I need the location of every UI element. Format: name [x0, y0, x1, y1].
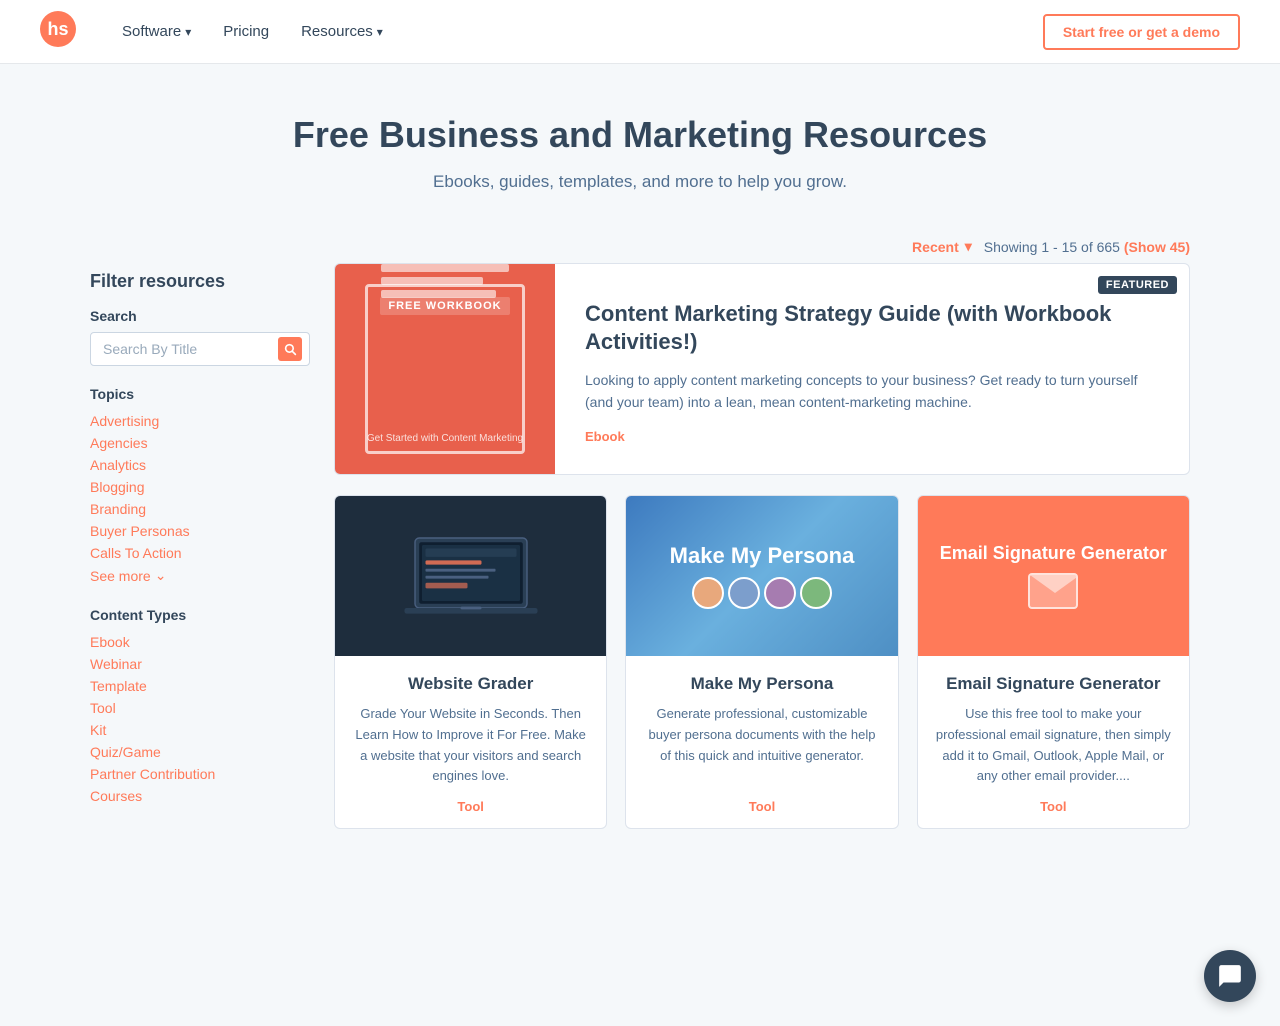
- nav-resources[interactable]: Resources: [287, 15, 397, 48]
- featured-card-type[interactable]: Ebook: [585, 429, 1159, 444]
- topic-buyer-personas[interactable]: Buyer Personas: [90, 520, 310, 542]
- email-envelope-icon: [1028, 573, 1078, 609]
- avatar-4: [800, 577, 832, 609]
- topic-analytics[interactable]: Analytics: [90, 454, 310, 476]
- featured-card[interactable]: FEATURED FREE WORKBOOK Get Started with …: [334, 263, 1190, 475]
- software-chevron-icon: [185, 23, 191, 40]
- hubspot-logo[interactable]: hs: [40, 11, 76, 52]
- nav-pricing[interactable]: Pricing: [209, 15, 283, 48]
- svg-text:hs: hs: [47, 19, 68, 39]
- persona-img-title: Make My Persona: [670, 543, 855, 569]
- type-courses[interactable]: Courses: [90, 785, 310, 807]
- featured-card-info: Content Marketing Strategy Guide (with W…: [555, 264, 1189, 474]
- type-tool[interactable]: Tool: [90, 697, 310, 719]
- show-45-link[interactable]: (Show 45): [1124, 239, 1190, 255]
- chat-support-button[interactable]: [1204, 950, 1256, 1002]
- avatar-2: [728, 577, 760, 609]
- see-more-chevron-icon: ⌄: [155, 567, 167, 584]
- email-sig-type[interactable]: Tool: [934, 799, 1173, 814]
- topic-advertising[interactable]: Advertising: [90, 410, 310, 432]
- main-layout: Filter resources Search Topics Advertisi…: [70, 263, 1210, 869]
- website-grader-title: Website Grader: [351, 674, 590, 694]
- topic-blogging[interactable]: Blogging: [90, 476, 310, 498]
- type-quiz-game[interactable]: Quiz/Game: [90, 741, 310, 763]
- topic-agencies[interactable]: Agencies: [90, 432, 310, 454]
- see-more-button[interactable]: See more ⌄: [90, 564, 166, 587]
- persona-avatars: [692, 577, 832, 609]
- featured-badge: FEATURED: [1098, 276, 1177, 294]
- avatar-3: [764, 577, 796, 609]
- type-ebook[interactable]: Ebook: [90, 631, 310, 653]
- search-button[interactable]: [278, 337, 302, 361]
- cards-grid: Website Grader Grade Your Website in Sec…: [334, 495, 1190, 829]
- featured-card-title: Content Marketing Strategy Guide (with W…: [585, 300, 1159, 357]
- type-template[interactable]: Template: [90, 675, 310, 697]
- website-grader-description: Grade Your Website in Seconds. Then Lear…: [351, 704, 590, 787]
- email-sig-img-title: Email Signature Generator: [940, 543, 1167, 565]
- topic-calls-to-action[interactable]: Calls To Action: [90, 542, 310, 564]
- card-email-signature[interactable]: Email Signature Generator Email Signatur…: [917, 495, 1190, 829]
- sort-chevron-icon: ▾: [965, 238, 972, 255]
- website-grader-body: Website Grader Grade Your Website in Sec…: [335, 656, 606, 828]
- persona-description: Generate professional, customizable buye…: [642, 704, 881, 787]
- content-area: FEATURED FREE WORKBOOK Get Started with …: [334, 263, 1190, 829]
- card-website-grader[interactable]: Website Grader Grade Your Website in Sec…: [334, 495, 607, 829]
- featured-card-description: Looking to apply content marketing conce…: [585, 369, 1159, 414]
- nav-software[interactable]: Software: [108, 15, 205, 48]
- persona-type[interactable]: Tool: [642, 799, 881, 814]
- featured-card-image: FREE WORKBOOK Get Started with Content M…: [335, 264, 555, 474]
- start-free-button[interactable]: Start free or get a demo: [1043, 14, 1240, 50]
- resources-chevron-icon: [377, 23, 383, 40]
- persona-image: Make My Persona: [626, 496, 897, 656]
- email-sig-title: Email Signature Generator: [934, 674, 1173, 694]
- workbook-graphic: FREE WORKBOOK Get Started with Content M…: [365, 284, 525, 454]
- topic-branding[interactable]: Branding: [90, 498, 310, 520]
- filter-title: Filter resources: [90, 271, 310, 292]
- search-label: Search: [90, 308, 310, 324]
- website-grader-type[interactable]: Tool: [351, 799, 590, 814]
- avatar-1: [692, 577, 724, 609]
- type-kit[interactable]: Kit: [90, 719, 310, 741]
- nav-links: Software Pricing Resources: [108, 15, 1043, 48]
- type-webinar[interactable]: Webinar: [90, 653, 310, 675]
- card-make-my-persona[interactable]: Make My Persona Make My Persona Generate…: [625, 495, 898, 829]
- results-toolbar: Recent ▾ Showing 1 - 15 of 665 (Show 45): [70, 222, 1210, 263]
- persona-card-body: Make My Persona Generate professional, c…: [626, 656, 897, 828]
- hero-title: Free Business and Marketing Resources: [20, 114, 1260, 156]
- navbar: hs Software Pricing Resources Start free…: [0, 0, 1280, 64]
- email-sig-description: Use this free tool to make your professi…: [934, 704, 1173, 787]
- workbook-subtitle: Get Started with Content Marketing: [365, 433, 525, 444]
- hero-subtitle: Ebooks, guides, templates, and more to h…: [20, 172, 1260, 192]
- email-sig-card-body: Email Signature Generator Use this free …: [918, 656, 1189, 828]
- topics-label: Topics: [90, 386, 310, 402]
- search-wrap: [90, 332, 310, 366]
- sidebar: Filter resources Search Topics Advertisi…: [90, 263, 310, 829]
- showing-count: Showing 1 - 15 of 665 (Show 45): [984, 239, 1190, 255]
- search-input[interactable]: [90, 332, 310, 366]
- website-grader-image: [335, 496, 606, 656]
- content-types-label: Content Types: [90, 607, 310, 623]
- type-partner-contribution[interactable]: Partner Contribution: [90, 763, 310, 785]
- sort-button[interactable]: Recent ▾: [912, 238, 972, 255]
- persona-title: Make My Persona: [642, 674, 881, 694]
- hero-section: Free Business and Marketing Resources Eb…: [0, 64, 1280, 222]
- email-sig-image: Email Signature Generator: [918, 496, 1189, 656]
